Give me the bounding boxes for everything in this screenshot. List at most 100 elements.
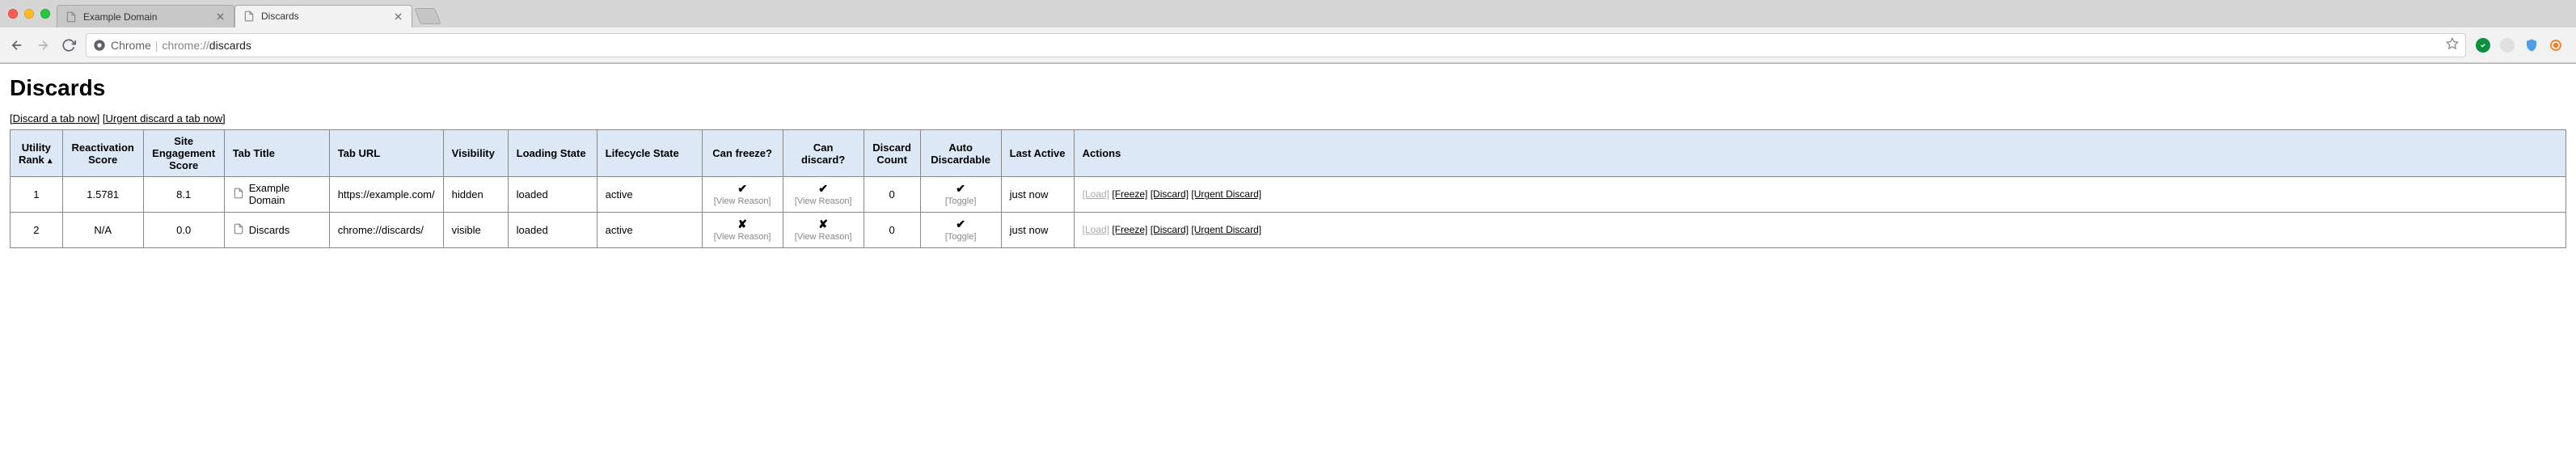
address-text: Chrome | chrome://discards [111,39,2441,52]
chrome-icon [93,39,106,52]
discards-table: Utility Rank▲ Reactivation Score Site En… [10,129,2566,248]
col-auto-discardable[interactable]: Auto Discardable [920,130,1001,177]
cell-actions: [Load] [Freeze] [Discard] [Urgent Discar… [1074,177,2565,213]
page-content: Discards [Discard a tab now] [Urgent dis… [0,64,2576,260]
extension-icon[interactable] [2500,38,2515,53]
freeze-action[interactable]: [Freeze] [1112,188,1147,200]
titlebar: Example Domain Discards [0,0,2576,27]
col-lifecycle-state[interactable]: Lifecycle State [597,130,702,177]
urgent-discard-action[interactable]: [Urgent Discard] [1191,224,1261,235]
extension-icon[interactable] [2549,38,2563,53]
url-host: chrome:// [162,39,209,52]
col-site-engagement[interactable]: Site Engagement Score [143,130,224,177]
discard-action[interactable]: [Discard] [1151,224,1189,235]
tab-title: Example Domain [83,11,208,23]
cell-reactivation: 1.5781 [62,177,143,213]
page-title: Discards [10,75,2566,101]
extension-icon-shield[interactable] [2524,38,2539,53]
top-action-links: [Discard a tab now] [Urgent discard a ta… [10,112,2566,125]
col-utility-rank[interactable]: Utility Rank▲ [11,130,63,177]
new-tab-button[interactable] [414,8,441,24]
window-maximize-button[interactable] [40,9,50,19]
reload-button[interactable] [61,38,76,53]
col-actions[interactable]: Actions [1074,130,2565,177]
table-row: 11.57818.1 Example Domain https://example.… [11,177,2566,213]
back-button[interactable] [10,38,24,53]
url-path: discards [209,39,251,52]
view-reason-link[interactable]: [View Reason] [714,196,771,207]
col-tab-title[interactable]: Tab Title [224,130,329,177]
extension-icon[interactable] [2476,38,2490,53]
cell-discard-count: 0 [864,177,920,213]
cell-last-active: just now [1001,177,1074,213]
tab-title-text: Example Domain [249,182,321,206]
cell-visibility: visible [443,212,508,247]
status-mark: ✔ [818,182,828,196]
cell-last-active: just now [1001,212,1074,247]
view-reason-link[interactable]: [View Reason] [795,196,852,207]
browser-tab-discards[interactable]: Discards [234,5,412,27]
discard-tab-now-link[interactable]: [Discard a tab now] [10,112,99,125]
cell-loading: loaded [508,177,597,213]
discard-action[interactable]: [Discard] [1151,188,1189,200]
cell-can-freeze: ✘[View Reason] [702,212,783,247]
cell-visibility: hidden [443,177,508,213]
tab-close-icon[interactable] [214,11,226,23]
col-discard-count[interactable]: Discard Count [864,130,920,177]
col-can-discard[interactable]: Can discard? [783,130,864,177]
cell-lifecycle: active [597,177,702,213]
view-reason-link[interactable]: [View Reason] [714,232,771,243]
page-icon [243,11,255,22]
address-bar[interactable]: Chrome | chrome://discards [86,33,2466,57]
cell-can-discard: ✔[View Reason] [783,177,864,213]
freeze-action[interactable]: [Freeze] [1112,224,1147,235]
col-can-freeze[interactable]: Can freeze? [702,130,783,177]
col-tab-url[interactable]: Tab URL [329,130,443,177]
load-action: [Load] [1083,188,1109,200]
cell-engagement: 0.0 [143,212,224,247]
status-mark: ✔ [956,217,965,231]
status-mark: ✘ [737,217,747,231]
forward-button[interactable] [36,38,50,53]
cell-rank: 2 [11,212,63,247]
cell-reactivation: N/A [62,212,143,247]
load-action: [Load] [1083,224,1109,235]
col-loading-state[interactable]: Loading State [508,130,597,177]
toggle-link[interactable]: [Toggle] [945,232,977,243]
cell-rank: 1 [11,177,63,213]
cell-tab-url: chrome://discards/ [329,212,443,247]
window-close-button[interactable] [8,9,18,19]
window-minimize-button[interactable] [24,9,34,19]
page-icon [233,223,244,237]
tab-title-text: Discards [249,224,290,236]
cell-loading: loaded [508,212,597,247]
sort-asc-icon: ▲ [46,157,54,166]
cell-auto-discardable: ✔[Toggle] [920,212,1001,247]
cell-auto-discardable: ✔[Toggle] [920,177,1001,213]
col-last-active[interactable]: Last Active [1001,130,1074,177]
cell-tab-url: https://example.com/ [329,177,443,213]
cell-can-discard: ✘[View Reason] [783,212,864,247]
status-mark: ✘ [818,217,828,231]
cell-lifecycle: active [597,212,702,247]
page-icon [233,188,244,201]
toolbar: Chrome | chrome://discards [0,27,2576,63]
col-reactivation-score[interactable]: Reactivation Score [62,130,143,177]
traffic-lights [8,9,50,19]
toggle-link[interactable]: [Toggle] [945,196,977,207]
bookmark-star-icon[interactable] [2446,37,2459,53]
urgent-discard-tab-now-link[interactable]: [Urgent discard a tab now] [103,112,226,125]
urgent-discard-action[interactable]: [Urgent Discard] [1191,188,1261,200]
tab-close-icon[interactable] [392,11,403,22]
extension-icons [2476,38,2566,53]
cell-discard-count: 0 [864,212,920,247]
cell-engagement: 8.1 [143,177,224,213]
url-scheme-label: Chrome [111,39,151,52]
browser-tab-example-domain[interactable]: Example Domain [57,5,234,27]
cell-tab-title: Example Domain [224,177,329,213]
browser-tabs: Example Domain Discards [57,0,438,27]
view-reason-link[interactable]: [View Reason] [795,232,852,243]
cell-tab-title: Discards [224,212,329,247]
col-visibility[interactable]: Visibility [443,130,508,177]
status-mark: ✔ [737,182,747,196]
